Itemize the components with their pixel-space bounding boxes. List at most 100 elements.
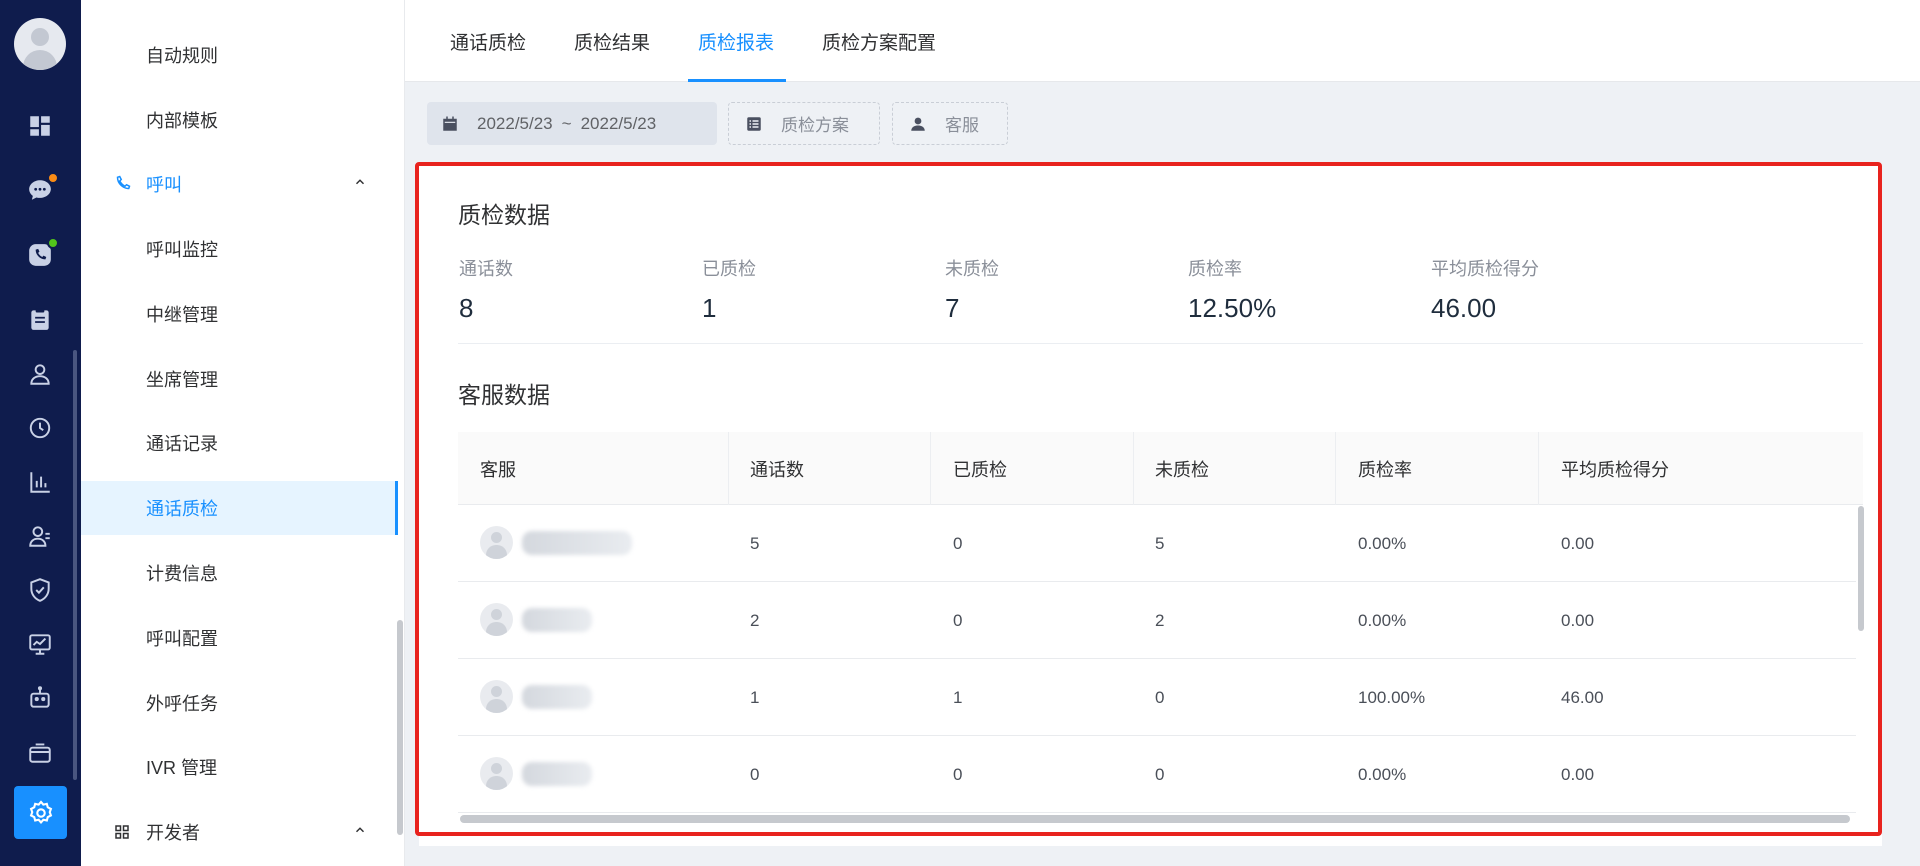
cell-rate: 0.00% [1358, 764, 1407, 784]
date-range-picker[interactable]: 2022/5/23 ~ 2022/5/23 [427, 102, 717, 145]
cell-avg-score: 0.00 [1561, 533, 1595, 553]
contacts-icon[interactable] [26, 522, 54, 550]
cell-calls: 0 [750, 764, 760, 784]
history-icon[interactable] [26, 414, 54, 442]
cell-unchecked: 2 [1155, 610, 1165, 630]
cell-rate: 100.00% [1358, 687, 1426, 707]
avatar [480, 680, 513, 713]
column-header-checked: 已质检 [953, 459, 1007, 480]
cell-unchecked: 0 [1155, 687, 1165, 707]
mailbox-icon[interactable] [26, 738, 54, 766]
menu-group-developer[interactable]: 开发者 [81, 805, 395, 859]
menu-item-internal-templates[interactable]: 内部模板 [81, 93, 395, 147]
agent-name-redacted [522, 531, 632, 555]
menu-group-call[interactable]: 呼叫 [81, 157, 395, 211]
menu-item-call-quality[interactable]: 通话质检 [81, 481, 398, 535]
top-tabs: 通话质检 质检结果 质检报表 质检方案配置 [405, 0, 1920, 82]
cell-rate: 0.00% [1358, 533, 1407, 553]
cell-avg-score: 0.00 [1561, 764, 1595, 784]
cell-unchecked: 5 [1155, 533, 1165, 553]
cell-rate: 0.00% [1358, 610, 1407, 630]
section-divider [458, 343, 1863, 344]
agent-name-redacted [522, 762, 592, 786]
chat-icon[interactable] [26, 172, 59, 204]
column-header-avg-score: 平均质检得分 [1561, 459, 1669, 480]
person-icon [911, 117, 925, 131]
cell-checked: 1 [953, 687, 963, 707]
bar-chart-icon[interactable] [26, 468, 54, 496]
table-row[interactable]: 5 0 5 0.00% 0.00 [458, 505, 1856, 582]
cell-calls: 1 [750, 687, 760, 707]
dashboard-icon[interactable] [26, 112, 54, 140]
plan-filter-placeholder: 质检方案 [781, 116, 849, 135]
stat-unchecked: 未质检 7 [945, 259, 999, 323]
qc-data-title: 质检数据 [458, 202, 550, 228]
menu-item-seat-management[interactable]: 坐席管理 [81, 352, 395, 406]
table-vertical-scrollbar[interactable] [1858, 506, 1864, 631]
grid-icon [113, 823, 131, 841]
menu-item-auto-rules[interactable]: 自动规则 [81, 28, 395, 82]
menu-scrollbar[interactable] [397, 620, 403, 835]
avatar [480, 757, 513, 790]
menu-item-call-records[interactable]: 通话记录 [81, 416, 395, 470]
tab-call-quality[interactable]: 通话质检 [450, 0, 526, 82]
date-start: 2022/5/23 [477, 113, 553, 133]
date-end: 2022/5/23 [580, 113, 657, 133]
cell-checked: 0 [953, 610, 963, 630]
settings-icon[interactable] [14, 786, 67, 839]
tab-quality-report[interactable]: 质检报表 [687, 0, 787, 82]
agent-data-title: 客服数据 [458, 382, 550, 408]
table-row[interactable]: 1 1 0 100.00% 46.00 [458, 659, 1856, 736]
cell-calls: 5 [750, 533, 760, 553]
robot-icon[interactable] [26, 684, 54, 712]
phone-icon[interactable] [26, 237, 59, 269]
table-horizontal-scrollbar[interactable] [460, 815, 1850, 823]
rail-scrollbar[interactable] [73, 350, 77, 780]
avatar [480, 526, 513, 559]
cell-checked: 0 [953, 533, 963, 553]
phone-badge [47, 237, 59, 249]
menu-item-outbound-tasks[interactable]: 外呼任务 [81, 676, 395, 730]
menu-item-call-config[interactable]: 呼叫配置 [81, 611, 395, 665]
cell-unchecked: 0 [1155, 764, 1165, 784]
clipboard-icon[interactable] [26, 305, 54, 333]
avatar [480, 603, 513, 636]
user-avatar[interactable] [14, 18, 66, 70]
plan-filter[interactable]: 质检方案 [728, 102, 880, 145]
table-row[interactable]: 0 0 0 0.00% 0.00 [458, 736, 1856, 813]
user-icon[interactable] [26, 360, 54, 388]
table-header: 客服 通话数 已质检 未质检 质检率 平均质检得分 [458, 432, 1863, 505]
tab-quality-results[interactable]: 质检结果 [574, 0, 650, 82]
calendar-icon [443, 116, 457, 131]
menu-item-ivr[interactable]: IVR 管理 [81, 740, 395, 794]
agent-name-redacted [522, 685, 592, 709]
chat-badge [47, 172, 59, 184]
chevron-up-icon [355, 179, 365, 185]
stat-checked: 已质检 1 [702, 259, 756, 323]
tab-quality-plan-config[interactable]: 质检方案配置 [822, 0, 936, 82]
cell-calls: 2 [750, 610, 760, 630]
stat-calls: 通话数 8 [459, 259, 513, 323]
menu-item-trunk-management[interactable]: 中继管理 [81, 287, 395, 341]
agent-filter-placeholder: 客服 [945, 116, 979, 135]
column-header-rate: 质检率 [1358, 459, 1412, 480]
stat-rate: 质检率 12.50% [1188, 259, 1277, 323]
column-header-calls: 通话数 [750, 459, 804, 480]
column-header-unchecked: 未质检 [1155, 459, 1209, 480]
cell-avg-score: 0.00 [1561, 610, 1595, 630]
agent-filter[interactable]: 客服 [892, 102, 1008, 145]
column-header-agent: 客服 [480, 459, 516, 480]
menu-item-billing[interactable]: 计费信息 [81, 546, 395, 600]
shield-icon[interactable] [26, 576, 54, 604]
monitor-icon[interactable] [26, 630, 54, 658]
stat-avg-score: 平均质检得分 46.00 [1431, 259, 1539, 323]
menu-item-call-monitor[interactable]: 呼叫监控 [81, 222, 395, 276]
phone-icon [113, 175, 131, 193]
agent-name-redacted [522, 608, 592, 632]
table-row[interactable]: 2 0 2 0.00% 0.00 [458, 582, 1856, 659]
secondary-sidebar: 自动规则 内部模板 呼叫 呼叫监控 中继管理 坐席管理 通话记录 通话质检 计费… [81, 0, 405, 866]
cell-avg-score: 46.00 [1561, 687, 1604, 707]
date-separator: ~ [561, 113, 572, 133]
cell-checked: 0 [953, 764, 963, 784]
chevron-up-icon [355, 827, 365, 833]
